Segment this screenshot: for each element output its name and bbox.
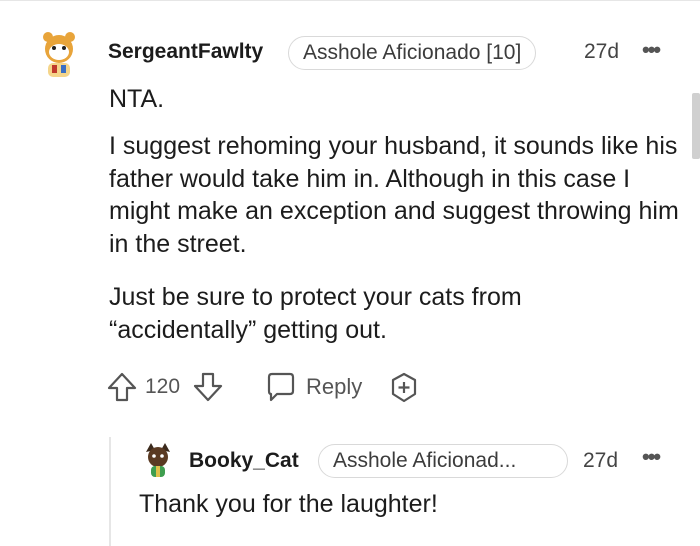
scrollbar[interactable]: [692, 93, 700, 159]
thread-line[interactable]: [109, 437, 111, 546]
user-flair: Asshole Aficionad...: [318, 444, 568, 478]
vote-count: 120: [145, 375, 181, 398]
comment-username[interactable]: SergeantFawlty: [108, 40, 263, 64]
comment-paragraph: I suggest rehoming your husband, it soun…: [109, 132, 679, 258]
reply-username[interactable]: Booky_Cat: [189, 449, 299, 473]
user-flair: Asshole Aficionado [10]: [288, 36, 537, 70]
award-icon[interactable]: [388, 372, 420, 404]
more-options-icon[interactable]: •••: [642, 444, 661, 470]
top-divider: [0, 0, 700, 1]
upvote-icon[interactable]: [106, 371, 138, 403]
avatar[interactable]: [138, 440, 178, 480]
avatar[interactable]: [32, 27, 86, 81]
downvote-icon[interactable]: [192, 371, 224, 403]
reply-text: Thank you for the laughter!: [139, 490, 438, 518]
reply-age[interactable]: 27d: [583, 449, 618, 473]
comment-paragraph: Just be sure to protect your cats from “…: [109, 283, 522, 344]
reply-icon[interactable]: [265, 371, 297, 403]
comment-paragraph: NTA.: [109, 85, 165, 113]
comment-age[interactable]: 27d: [584, 40, 619, 64]
reply-button[interactable]: Reply: [306, 374, 362, 400]
more-options-icon[interactable]: •••: [642, 37, 661, 63]
